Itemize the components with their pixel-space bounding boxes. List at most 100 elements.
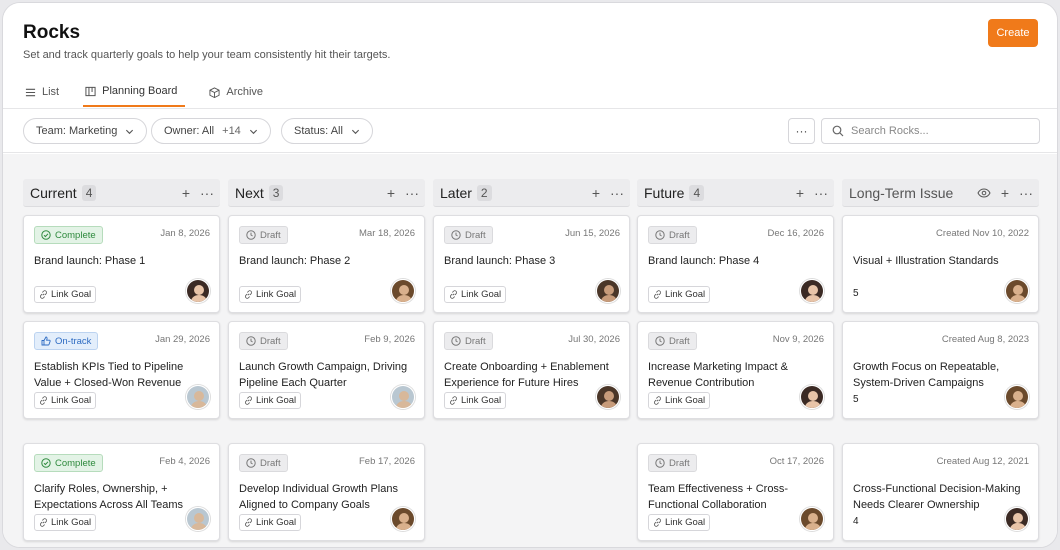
tab-planning-board[interactable]: Planning Board xyxy=(83,77,186,107)
card-date: Created Aug 12, 2021 xyxy=(936,456,1029,467)
link-goal-button[interactable]: Link Goal xyxy=(444,392,507,409)
card-date: Oct 17, 2026 xyxy=(769,456,824,467)
status-filter[interactable]: Status: All xyxy=(281,118,373,144)
avatar[interactable] xyxy=(1005,507,1029,531)
add-icon[interactable]: + xyxy=(387,186,395,200)
rock-card[interactable]: Draft Feb 17, 2026 Develop Individual Grow… xyxy=(228,443,425,541)
tab-list[interactable]: List xyxy=(23,77,61,107)
rock-card[interactable]: Draft Feb 9, 2026 Launch Growth Campaign, … xyxy=(228,321,425,419)
column-header: Future 4 + ··· xyxy=(637,179,834,207)
card-title: Cross-Functional Decision-Making Needs C… xyxy=(853,483,1021,511)
status-label: Draft xyxy=(669,457,690,469)
column-header: Later 2 + ··· xyxy=(433,179,630,207)
avatar[interactable] xyxy=(391,279,415,303)
avatar[interactable] xyxy=(186,279,210,303)
link-goal-button[interactable]: Link Goal xyxy=(648,286,711,303)
link-icon xyxy=(39,518,48,527)
avatar[interactable] xyxy=(800,279,824,303)
avatar[interactable] xyxy=(186,385,210,409)
app-window: Rocks Set and track quarterly goals to h… xyxy=(2,2,1058,548)
card-date: Feb 17, 2026 xyxy=(359,456,415,467)
more-icon[interactable]: ··· xyxy=(814,186,828,200)
avatar[interactable] xyxy=(596,279,620,303)
rock-card[interactable]: Draft Nov 9, 2026 Increase Marketing Impac… xyxy=(637,321,834,419)
status-badge: Draft xyxy=(239,332,288,350)
avatar[interactable] xyxy=(186,507,210,531)
more-icon[interactable]: ··· xyxy=(405,186,419,200)
add-icon[interactable]: + xyxy=(592,186,600,200)
add-icon[interactable]: + xyxy=(182,186,190,200)
column-count: 3 xyxy=(268,184,284,201)
owner-filter[interactable]: Owner: All +14 xyxy=(151,118,271,144)
link-goal-button[interactable]: Link Goal xyxy=(239,286,302,303)
link-goal-button[interactable]: Link Goal xyxy=(34,514,97,531)
card-date: Jul 30, 2026 xyxy=(568,334,620,345)
column-actions: + ··· xyxy=(387,186,419,200)
card-title: Develop Individual Growth Plans Aligned … xyxy=(239,483,398,511)
rock-card[interactable]: Created Aug 12, 2021 Cross-Functional Dec… xyxy=(842,443,1039,541)
status-label: On-track xyxy=(55,335,92,347)
avatar[interactable] xyxy=(391,507,415,531)
eye-icon[interactable] xyxy=(977,186,991,200)
rock-card[interactable]: Complete Jan 8, 2026 Brand launch: Phase 1… xyxy=(23,215,220,313)
page-title: Rocks xyxy=(23,22,81,43)
column-actions: + ··· xyxy=(592,186,624,200)
column-header: Long-Term Issue + ··· xyxy=(842,179,1039,207)
status-label: Draft xyxy=(260,229,281,241)
rock-card[interactable]: Created Nov 10, 2022 Visual + Illustratio… xyxy=(842,215,1039,313)
status-badge: Complete xyxy=(34,226,103,244)
more-options-button[interactable]: ··· xyxy=(788,118,815,144)
tab-label: Archive xyxy=(226,86,264,98)
status-label: Draft xyxy=(260,335,281,347)
rock-card[interactable]: Created Aug 8, 2023 Growth Focus on Repea… xyxy=(842,321,1039,419)
link-goal-button[interactable]: Link Goal xyxy=(444,286,507,303)
rock-card[interactable]: Draft Oct 17, 2026 Team Effectiveness + Cr… xyxy=(637,443,834,541)
search-input[interactable] xyxy=(851,125,1031,137)
link-icon xyxy=(653,290,662,299)
avatar[interactable] xyxy=(1005,385,1029,409)
card-date: Dec 16, 2026 xyxy=(767,228,824,239)
team-filter[interactable]: Team: Marketing xyxy=(23,118,148,144)
card-title: Brand launch: Phase 4 xyxy=(648,255,760,267)
search-icon xyxy=(832,125,844,137)
search-box[interactable] xyxy=(821,118,1040,144)
add-icon[interactable]: + xyxy=(1001,186,1009,200)
card-title: Team Effectiveness + Cross-Functional Co… xyxy=(648,483,789,511)
link-goal-button[interactable]: Link Goal xyxy=(239,392,302,409)
status-label: Draft xyxy=(260,457,281,469)
link-goal-button[interactable]: Link Goal xyxy=(648,392,711,409)
rock-card[interactable]: Complete Feb 4, 2026 Clarify Roles, Owners… xyxy=(23,443,220,541)
rock-card[interactable]: Draft Dec 16, 2026 Brand launch: Phase 4 Li… xyxy=(637,215,834,313)
link-goal-button[interactable]: Link Goal xyxy=(34,286,97,303)
more-icon[interactable]: ··· xyxy=(610,186,624,200)
status-badge: Draft xyxy=(239,454,288,472)
avatar[interactable] xyxy=(800,385,824,409)
more-icon[interactable]: ··· xyxy=(200,186,214,200)
ontrack-status-icon xyxy=(41,336,51,346)
status-badge: Draft xyxy=(648,226,697,244)
card-title: Brand launch: Phase 3 xyxy=(444,255,556,267)
chevron-down-icon xyxy=(249,129,257,134)
avatar[interactable] xyxy=(1005,279,1029,303)
archive-icon xyxy=(209,86,220,98)
link-goal-button[interactable]: Link Goal xyxy=(34,392,97,409)
tab-archive[interactable]: Archive xyxy=(207,77,265,107)
avatar[interactable] xyxy=(800,507,824,531)
status-badge: Draft xyxy=(444,332,493,350)
avatar[interactable] xyxy=(391,385,415,409)
rock-card[interactable]: Draft Mar 18, 2026 Brand launch: Phase 2 Li… xyxy=(228,215,425,313)
avatar[interactable] xyxy=(596,385,620,409)
more-icon[interactable]: ··· xyxy=(1019,186,1033,200)
link-goal-button[interactable]: Link Goal xyxy=(648,514,711,531)
draft-status-icon xyxy=(246,336,256,346)
create-button[interactable]: Create xyxy=(988,19,1038,47)
rock-card[interactable]: Draft Jul 30, 2026 Create Onboarding + Ena… xyxy=(433,321,630,419)
add-icon[interactable]: + xyxy=(796,186,804,200)
card-date: Nov 9, 2026 xyxy=(772,334,824,345)
link-goal-label: Link Goal xyxy=(256,289,297,300)
link-goal-button[interactable]: Link Goal xyxy=(239,514,302,531)
rock-card[interactable]: Draft Jun 15, 2026 Brand launch: Phase 3 Li… xyxy=(433,215,630,313)
link-goal-label: Link Goal xyxy=(256,395,297,406)
link-icon xyxy=(449,396,458,405)
rock-card[interactable]: On-track Jan 29, 2026 Establish KPIs Tied … xyxy=(23,321,220,419)
